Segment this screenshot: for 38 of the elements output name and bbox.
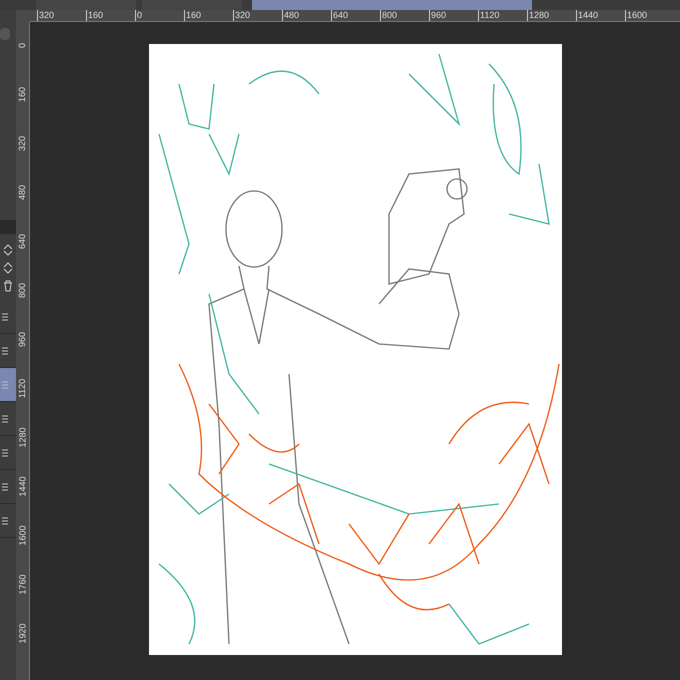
ruler-label: 640 <box>18 234 28 250</box>
layer-handle-icon <box>2 346 8 354</box>
ruler-label: 480 <box>282 10 300 21</box>
ruler-label: 320 <box>233 10 250 21</box>
ruler-label: 0 <box>135 10 142 21</box>
ruler-label: 160 <box>18 86 28 102</box>
ruler-label: 1920 <box>18 623 28 644</box>
layer-handle-icon <box>2 482 8 490</box>
ruler-label: 1280 <box>18 427 28 448</box>
ruler-label: 320 <box>18 136 28 152</box>
ruler-label: 160 <box>86 10 104 21</box>
ruler-label: 960 <box>18 332 28 348</box>
ruler-label: 1440 <box>576 10 598 21</box>
ruler-label: 800 <box>18 282 28 298</box>
layer-handle-icon <box>2 312 8 320</box>
ruler-label: 1760 <box>18 574 28 595</box>
ruler-label: 160 <box>184 10 202 21</box>
up-down-arrows-icon[interactable] <box>3 244 13 256</box>
ruler-label: 640 <box>331 10 348 21</box>
layer-handle-icon <box>2 516 8 524</box>
ruler-label: 800 <box>380 10 398 21</box>
panel-divider-bar <box>0 220 16 234</box>
ruler-label: 320 <box>37 10 54 21</box>
ruler-label: 480 <box>18 184 28 200</box>
ruler-label: 1120 <box>18 378 28 398</box>
up-down-arrows-icon[interactable] <box>3 262 13 274</box>
layer-row[interactable] <box>0 368 16 402</box>
ruler-label: 960 <box>429 10 446 21</box>
layer-handle-icon <box>2 448 8 456</box>
ruler-label: 1440 <box>18 476 28 497</box>
ruler-label: 1120 <box>478 10 500 21</box>
ruler-label: 0 <box>18 43 28 48</box>
ruler-label: 1600 <box>625 10 648 21</box>
trash-icon[interactable] <box>3 280 13 292</box>
layer-handle-icon <box>2 380 8 388</box>
ruler-label: 1600 <box>18 525 28 546</box>
ruler-label: 1280 <box>527 10 550 21</box>
layer-handle-icon <box>2 414 8 422</box>
